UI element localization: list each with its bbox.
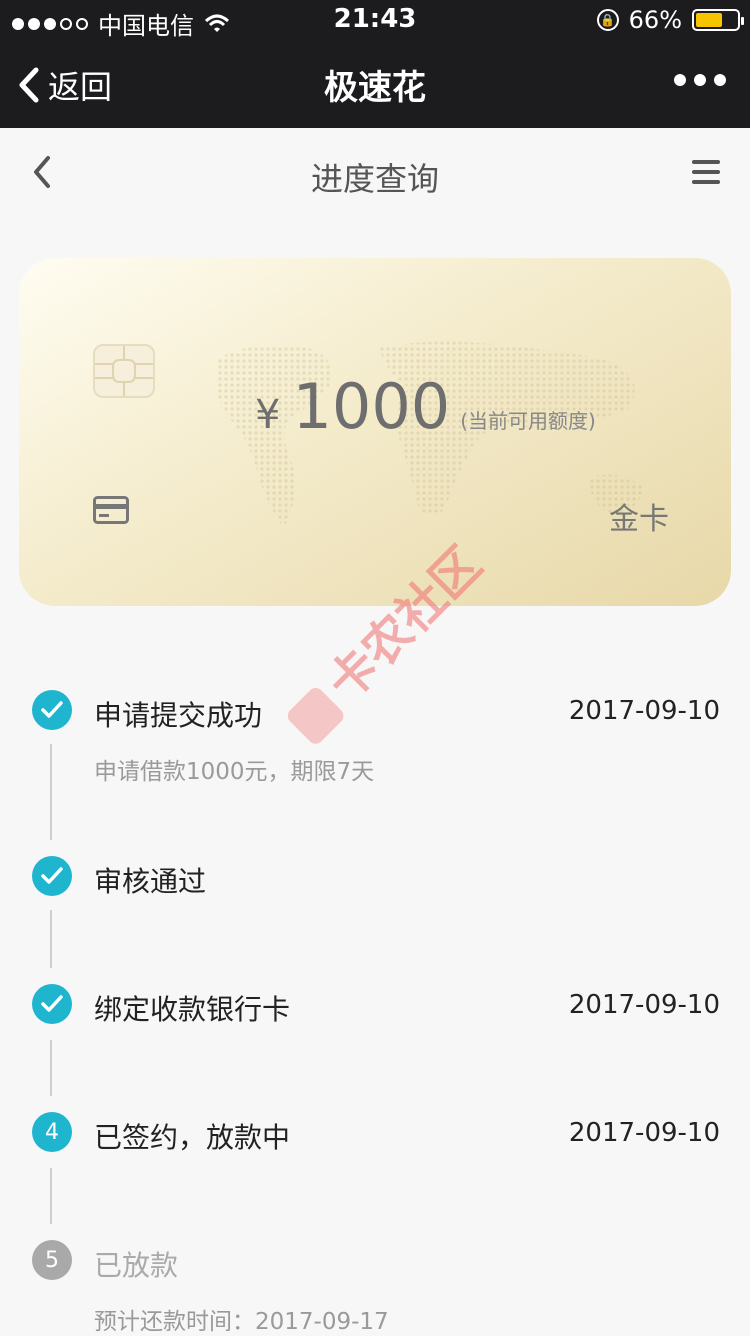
more-button[interactable] xyxy=(674,74,726,86)
top-bar: 中国电信 21:43 🔒 66% 返回 极速花 xyxy=(0,0,750,128)
credit-card: ¥ 1000 (当前可用额度) 金卡 xyxy=(19,258,731,606)
step-title: 审核通过 xyxy=(94,865,207,898)
timeline-connector xyxy=(50,744,52,840)
check-icon xyxy=(32,984,72,1024)
check-icon xyxy=(32,856,72,896)
step-title: 已放款 xyxy=(94,1249,179,1282)
battery-fill xyxy=(696,13,723,27)
step-subtitle: 申请借款1000元，期限7天 xyxy=(94,759,375,785)
card-type-label: 金卡 xyxy=(609,502,669,537)
battery-percent: 66% xyxy=(628,6,682,34)
step-date: 2017-09-10 xyxy=(568,696,720,726)
status-bar: 中国电信 21:43 🔒 66% xyxy=(0,0,750,40)
page-header: 进度查询 xyxy=(0,128,750,220)
check-icon xyxy=(32,690,72,730)
amount-note: (当前可用额度) xyxy=(460,409,596,433)
chip-icon xyxy=(93,344,155,398)
step-date: 2017-09-10 xyxy=(568,990,720,1020)
timeline-connector xyxy=(50,1168,52,1224)
page-title: 进度查询 xyxy=(310,160,439,198)
battery-icon xyxy=(692,9,744,31)
step-number-badge: 4 xyxy=(32,1112,72,1152)
menu-icon[interactable] xyxy=(692,160,720,186)
nav-title: 极速花 xyxy=(324,68,426,108)
card-icon xyxy=(93,496,129,524)
timeline-connector xyxy=(50,910,52,968)
more-dot xyxy=(714,74,726,86)
currency-symbol: ¥ xyxy=(255,392,281,438)
more-dot xyxy=(694,74,706,86)
timeline-connector xyxy=(50,1040,52,1096)
step-number-badge: 5 xyxy=(32,1240,72,1280)
step-subtitle: 预计还款时间：2017-09-17 xyxy=(94,1309,389,1335)
status-right: 🔒 66% xyxy=(596,6,744,34)
amount-value: 1000 xyxy=(292,370,451,443)
available-amount: ¥ 1000 (当前可用额度) xyxy=(255,370,596,443)
step-title: 已签约，放款中 xyxy=(94,1121,291,1154)
step-title: 申请提交成功 xyxy=(94,699,263,732)
rotation-lock-icon: 🔒 xyxy=(596,9,619,31)
nav-bar: 返回 极速花 xyxy=(0,40,750,128)
more-dot xyxy=(674,74,686,86)
step-title: 绑定收款银行卡 xyxy=(94,993,291,1026)
step-date: 2017-09-10 xyxy=(568,1118,720,1148)
